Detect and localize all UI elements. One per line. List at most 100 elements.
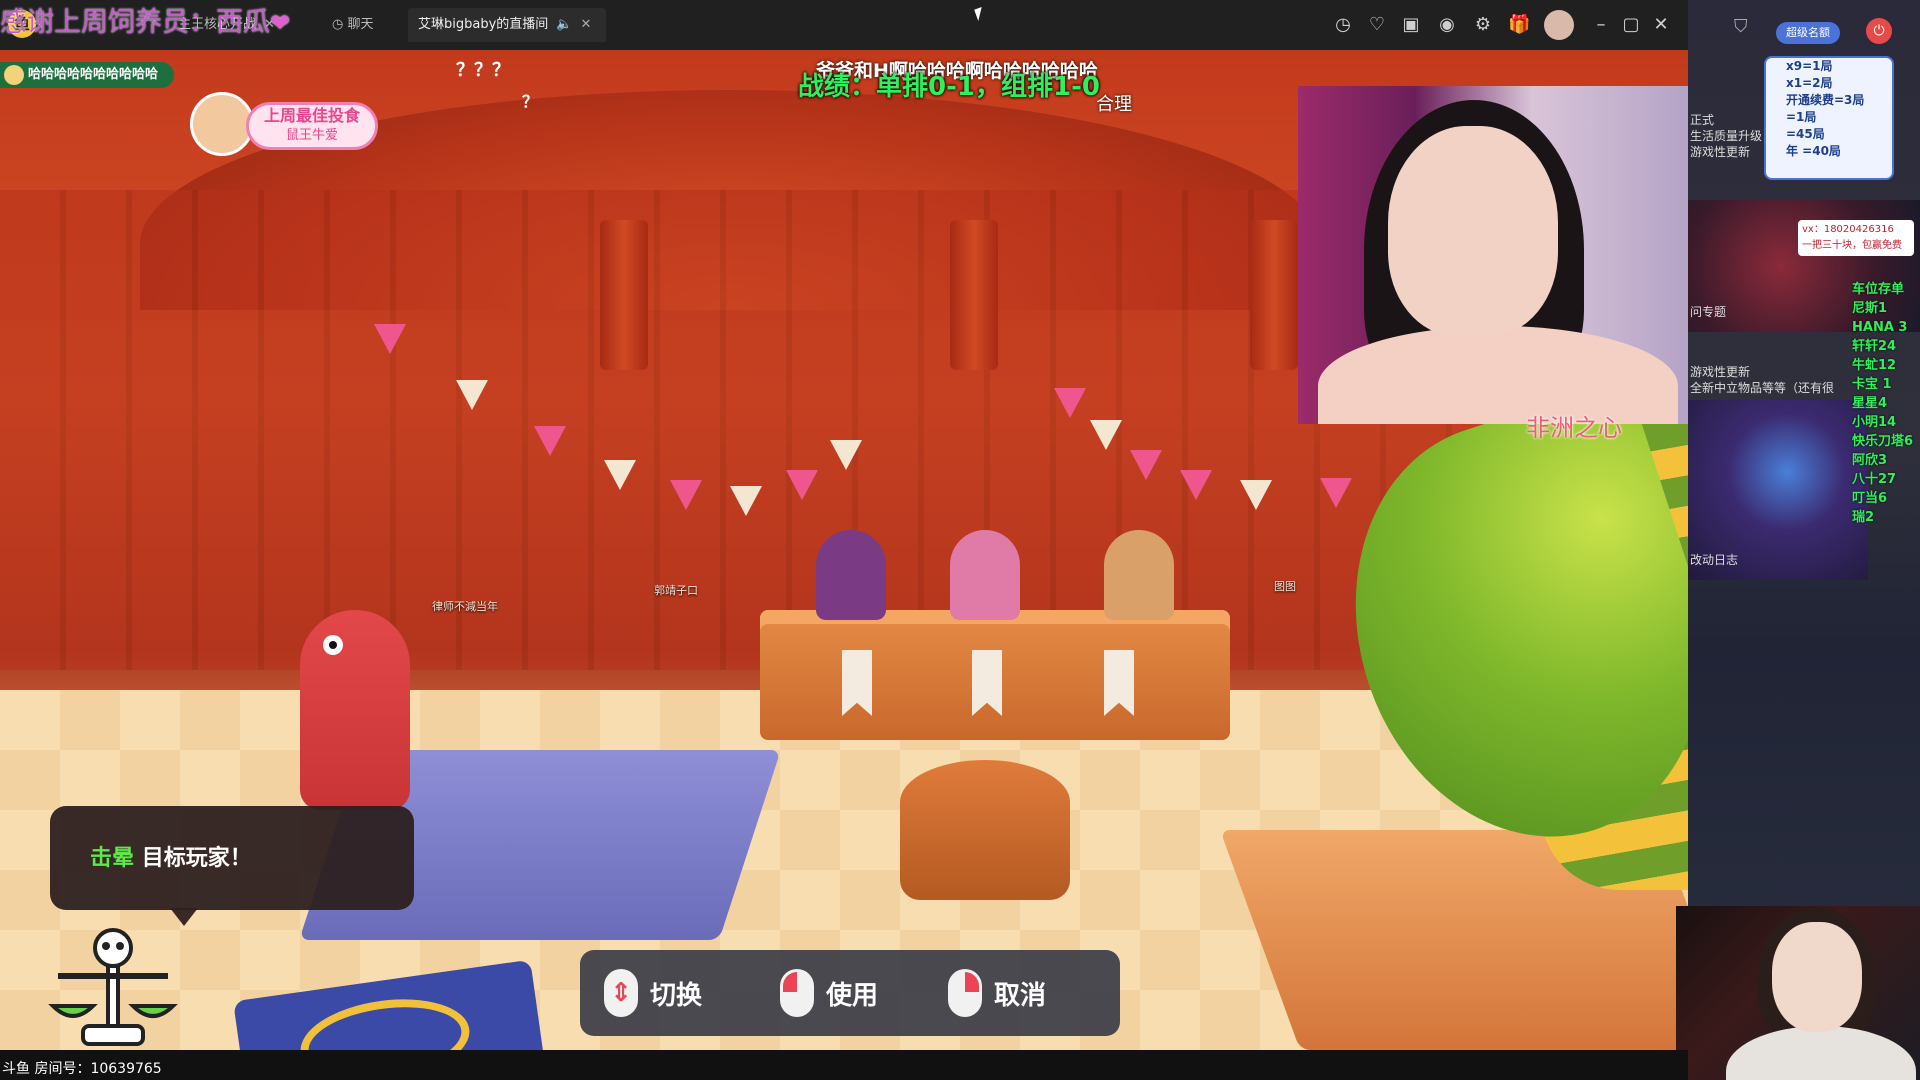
avatar[interactable] — [1544, 10, 1574, 40]
control-switch: 切换 — [604, 968, 702, 1018]
webcam-face — [1388, 126, 1558, 336]
ranking-item: 车位存单 — [1852, 282, 1905, 297]
control-switch-label: 切换 — [650, 980, 703, 1011]
player-tag: 律师不減当年 — [432, 600, 498, 613]
pillar — [950, 220, 998, 370]
judge-character — [1104, 530, 1174, 620]
promo-contact: vx：18020426316 — [1802, 224, 1894, 235]
second-webcam — [1676, 906, 1920, 1080]
power-icon[interactable]: ⏻ — [1866, 18, 1892, 44]
pin-icon[interactable]: ⛉ — [1734, 16, 1758, 40]
control-use-label: 使用 — [826, 980, 879, 1011]
thanks-overlay: 感谢上周饲养员：西瓜❤ — [0, 0, 291, 38]
rate-line: x1=2局 — [1786, 76, 1833, 90]
rate-line: 开通续费=3局 — [1786, 93, 1865, 107]
bunting-flag — [1240, 480, 1272, 510]
control-hints: 切换 使用 取消 — [580, 950, 1120, 1036]
ranking-item: 卡宝 1 — [1852, 377, 1892, 392]
ranking-item: 轩轩24 — [1852, 339, 1897, 354]
close-icon[interactable]: ✕ — [1650, 14, 1672, 36]
tab-live-label: 艾琳bigbaby的直播间 — [418, 17, 549, 32]
bunting-flag — [1130, 450, 1162, 480]
hint-highlight: 击晕 — [90, 846, 135, 871]
webcam-body — [1726, 1026, 1916, 1080]
hint-text: 击晕 目标玩家！ — [90, 840, 252, 872]
bunting-flag — [730, 486, 762, 516]
game-viewport[interactable]: 律师不減当年 郭靖子口 图图 击晕 目标玩家！ 切换 使用 取消 — [0, 50, 1688, 1050]
sidebar-changelog: 改动日志 — [1690, 553, 1739, 567]
hint-message: 目标玩家！ — [141, 846, 252, 871]
streamer-webcam — [1298, 86, 1688, 424]
bunting-flag — [670, 480, 702, 510]
player-tag: 郭靖子口 — [654, 584, 698, 597]
chat-icon[interactable]: ◉ — [1436, 14, 1458, 36]
rate-card: x9=1局 x1=2局 开通续费=3局 =1局 =45局 年 =40局 — [1764, 56, 1894, 180]
minimize-icon[interactable]: – — [1590, 14, 1612, 36]
ranking-item: 阿欣3 — [1852, 453, 1888, 468]
speaker-icon[interactable]: 🔈 — [556, 17, 572, 32]
best-gift-bubble: 上周最佳投食 鼠王牛爱 — [246, 102, 378, 150]
calendar-icon[interactable]: ▣ — [1400, 14, 1422, 36]
settings-icon[interactable]: ⚙ — [1472, 14, 1494, 36]
rate-line: 年 =40局 — [1786, 144, 1841, 158]
ranking-item: 八十27 — [1852, 472, 1897, 487]
witness-podium — [900, 760, 1070, 900]
ranking-item: 牛虻12 — [1852, 358, 1897, 373]
bunting-flag — [830, 440, 862, 470]
question-marks: ？？？ — [456, 60, 510, 81]
ranking-item: HANA 3 — [1852, 320, 1908, 335]
promo-offer: 一把三十块，包赢免费 — [1802, 240, 1902, 251]
judge-character — [816, 530, 886, 620]
webcam-caption: 非洲之心 — [1526, 414, 1622, 442]
right-click-icon — [948, 969, 982, 1017]
tab-chat-label: 聊天 — [347, 17, 374, 32]
sidebar-notes: 正式 生活质量升级 游戏性更新 — [1690, 113, 1763, 159]
maximize-icon[interactable]: ▢ — [1620, 14, 1642, 36]
heart-icon: ❤ — [270, 9, 291, 37]
ranking-item: 小明14 — [1852, 415, 1897, 430]
ranking-item: 快乐刀塔6 — [1852, 434, 1914, 449]
rate-line: =45局 — [1786, 127, 1825, 141]
status-bar: 斗鱼 房间号：10639765 — [0, 1050, 1688, 1080]
record-note: 合理 — [1096, 94, 1132, 115]
control-cancel: 取消 — [948, 968, 1046, 1018]
bunting-flag — [1090, 420, 1122, 450]
player-tag: 图图 — [1274, 580, 1296, 593]
sidebar-topic: 问专题 — [1690, 305, 1727, 319]
ranking-item: 尼斯1 — [1852, 301, 1888, 316]
judge-character — [950, 530, 1020, 620]
clock-icon[interactable]: ◷ — [1332, 14, 1354, 36]
thanks-text: 感谢上周饲养员：西瓜 — [0, 7, 270, 38]
tab-live-close-icon[interactable]: ✕ — [580, 17, 591, 32]
room-number: 斗鱼 房间号：10639765 — [2, 1061, 162, 1077]
scales-seal — [295, 989, 475, 1050]
best-gift-name: 鼠王牛爱 — [285, 128, 338, 143]
control-cancel-label: 取消 — [994, 980, 1047, 1011]
mouse-cursor — [974, 6, 986, 22]
control-use: 使用 — [780, 968, 878, 1018]
streamer-avatar — [4, 65, 24, 85]
ranking-item: 叮当6 — [1852, 491, 1888, 506]
cow-mascot-icon — [190, 92, 254, 156]
streamer-badge: 哈哈哈哈哈哈哈哈哈哈 — [0, 62, 175, 88]
bunting-flag — [1054, 388, 1086, 418]
bunting-flag — [786, 470, 818, 500]
gift-icon[interactable]: 🎁 — [1508, 14, 1530, 36]
ranking-item: 瑞2 — [1852, 510, 1875, 525]
tab-live-room[interactable]: 艾琳bigbaby的直播间 🔈 ✕ — [408, 8, 606, 42]
rate-line: x9=1局 — [1786, 59, 1833, 73]
heart-icon[interactable]: ♡ — [1366, 14, 1388, 36]
match-record: 战绩：单排0-1，组排1-0 — [798, 72, 1100, 102]
bunting-flag — [534, 426, 566, 456]
pillar — [1250, 220, 1298, 370]
promo-card: vx：18020426316 一把三十块，包赢免费 — [1798, 220, 1914, 256]
best-gift-title: 上周最佳投食 — [263, 106, 360, 125]
sidebar-chip[interactable]: 超级名额 — [1776, 22, 1840, 44]
snake-character — [300, 610, 410, 810]
tab-chat[interactable]: ◷ 聊天 — [322, 8, 384, 42]
bunting-flag — [1320, 478, 1352, 508]
pillar — [600, 220, 648, 370]
bunting-flag — [604, 460, 636, 490]
scales-icon — [48, 928, 178, 1046]
question-mark: ？ — [522, 92, 539, 111]
